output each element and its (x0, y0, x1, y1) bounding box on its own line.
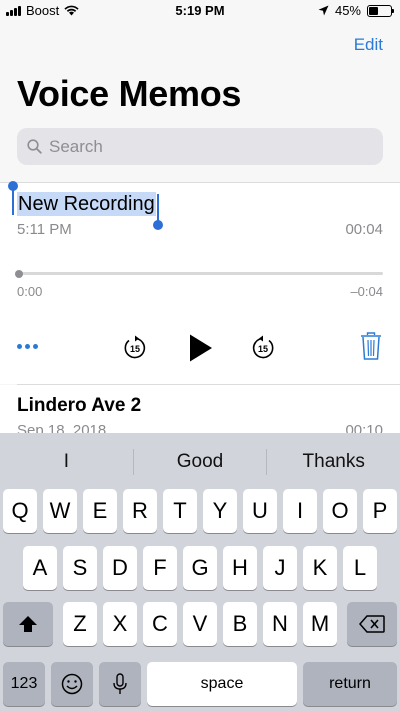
return-key[interactable]: return (303, 662, 397, 706)
selected-recording-panel: New Recording 5:11 PM 00:04 0:00 –0:04 1… (0, 181, 400, 384)
key-k[interactable]: K (303, 546, 337, 590)
recording-duration: 00:10 (345, 422, 383, 433)
skip-back-icon[interactable]: 15 (122, 335, 148, 361)
space-key[interactable]: space (147, 662, 297, 706)
battery-icon (367, 4, 394, 17)
key-r[interactable]: R (123, 489, 157, 533)
search-placeholder: Search (49, 136, 103, 156)
suggestion-bar: I Good Thanks (0, 433, 400, 491)
key-m[interactable]: M (303, 602, 337, 646)
recording-title[interactable]: New Recording (17, 192, 156, 216)
playback-scrubber[interactable] (15, 269, 383, 278)
location-arrow-icon (318, 5, 329, 16)
skip-back-seconds: 15 (130, 344, 140, 354)
more-options-icon[interactable] (17, 344, 38, 349)
backspace-icon (359, 615, 385, 633)
page-title: Voice Memos (17, 73, 242, 114)
recording-duration: 00:04 (345, 221, 383, 238)
key-i[interactable]: I (283, 489, 317, 533)
battery-fill (369, 6, 379, 15)
search-field[interactable]: Search (17, 128, 383, 165)
key-u[interactable]: U (243, 489, 277, 533)
remaining-time: –0:04 (350, 284, 383, 299)
key-n[interactable]: N (263, 602, 297, 646)
emoji-icon (61, 673, 83, 695)
key-l[interactable]: L (343, 546, 377, 590)
selection-end-handle[interactable] (152, 194, 163, 230)
keyboard: I Good Thanks QWERTYUIOPASDFGHJKLZXCVBNM… (0, 433, 400, 711)
key-a[interactable]: A (23, 546, 57, 590)
recording-title-editor[interactable]: New Recording (8, 181, 163, 230)
key-e[interactable]: E (83, 489, 117, 533)
key-g[interactable]: G (183, 546, 217, 590)
recording-name: Lindero Ave 2 (17, 395, 142, 416)
key-z[interactable]: Z (63, 602, 97, 646)
key-j[interactable]: J (263, 546, 297, 590)
key-w[interactable]: W (43, 489, 77, 533)
dictation-key[interactable] (99, 662, 141, 706)
status-right: 45% (318, 3, 394, 18)
battery-percent: 45% (334, 3, 361, 18)
recording-list-item[interactable]: Lindero Ave 2 Sep 18, 2018 00:10 (0, 385, 400, 433)
elapsed-time: 0:00 (17, 284, 43, 299)
recording-date: 5:11 PM (17, 221, 72, 238)
selection-start-handle[interactable] (8, 181, 18, 215)
recording-date: Sep 18, 2018 (17, 422, 107, 433)
trash-icon[interactable] (360, 332, 382, 360)
microphone-icon (113, 673, 127, 694)
scrubber-knob[interactable] (15, 269, 23, 278)
skip-forward-icon[interactable]: 15 (250, 335, 276, 361)
key-x[interactable]: X (103, 602, 137, 646)
key-t[interactable]: T (163, 489, 197, 533)
key-v[interactable]: V (183, 602, 217, 646)
key-f[interactable]: F (143, 546, 177, 590)
key-b[interactable]: B (223, 602, 257, 646)
key-y[interactable]: Y (203, 489, 237, 533)
numbers-key[interactable]: 123 (3, 662, 45, 706)
play-icon[interactable] (188, 333, 214, 363)
edit-button[interactable]: Edit (354, 35, 383, 55)
search-icon (27, 139, 42, 154)
emoji-key[interactable] (51, 662, 93, 706)
skip-forward-seconds: 15 (258, 344, 268, 354)
key-c[interactable]: C (143, 602, 177, 646)
key-s[interactable]: S (63, 546, 97, 590)
key-p[interactable]: P (363, 489, 397, 533)
status-bar: Boost 5:19 PM 45% (0, 0, 400, 22)
key-o[interactable]: O (323, 489, 357, 533)
key-d[interactable]: D (103, 546, 137, 590)
shift-key[interactable] (3, 602, 53, 646)
suggestion-2[interactable]: Good (134, 451, 267, 473)
key-q[interactable]: Q (3, 489, 37, 533)
suggestion-1[interactable]: I (0, 451, 133, 473)
playback-controls: 15 15 (0, 329, 400, 369)
key-h[interactable]: H (223, 546, 257, 590)
shift-icon (19, 616, 37, 632)
delete-key[interactable] (347, 602, 397, 646)
suggestion-3[interactable]: Thanks (267, 451, 400, 473)
